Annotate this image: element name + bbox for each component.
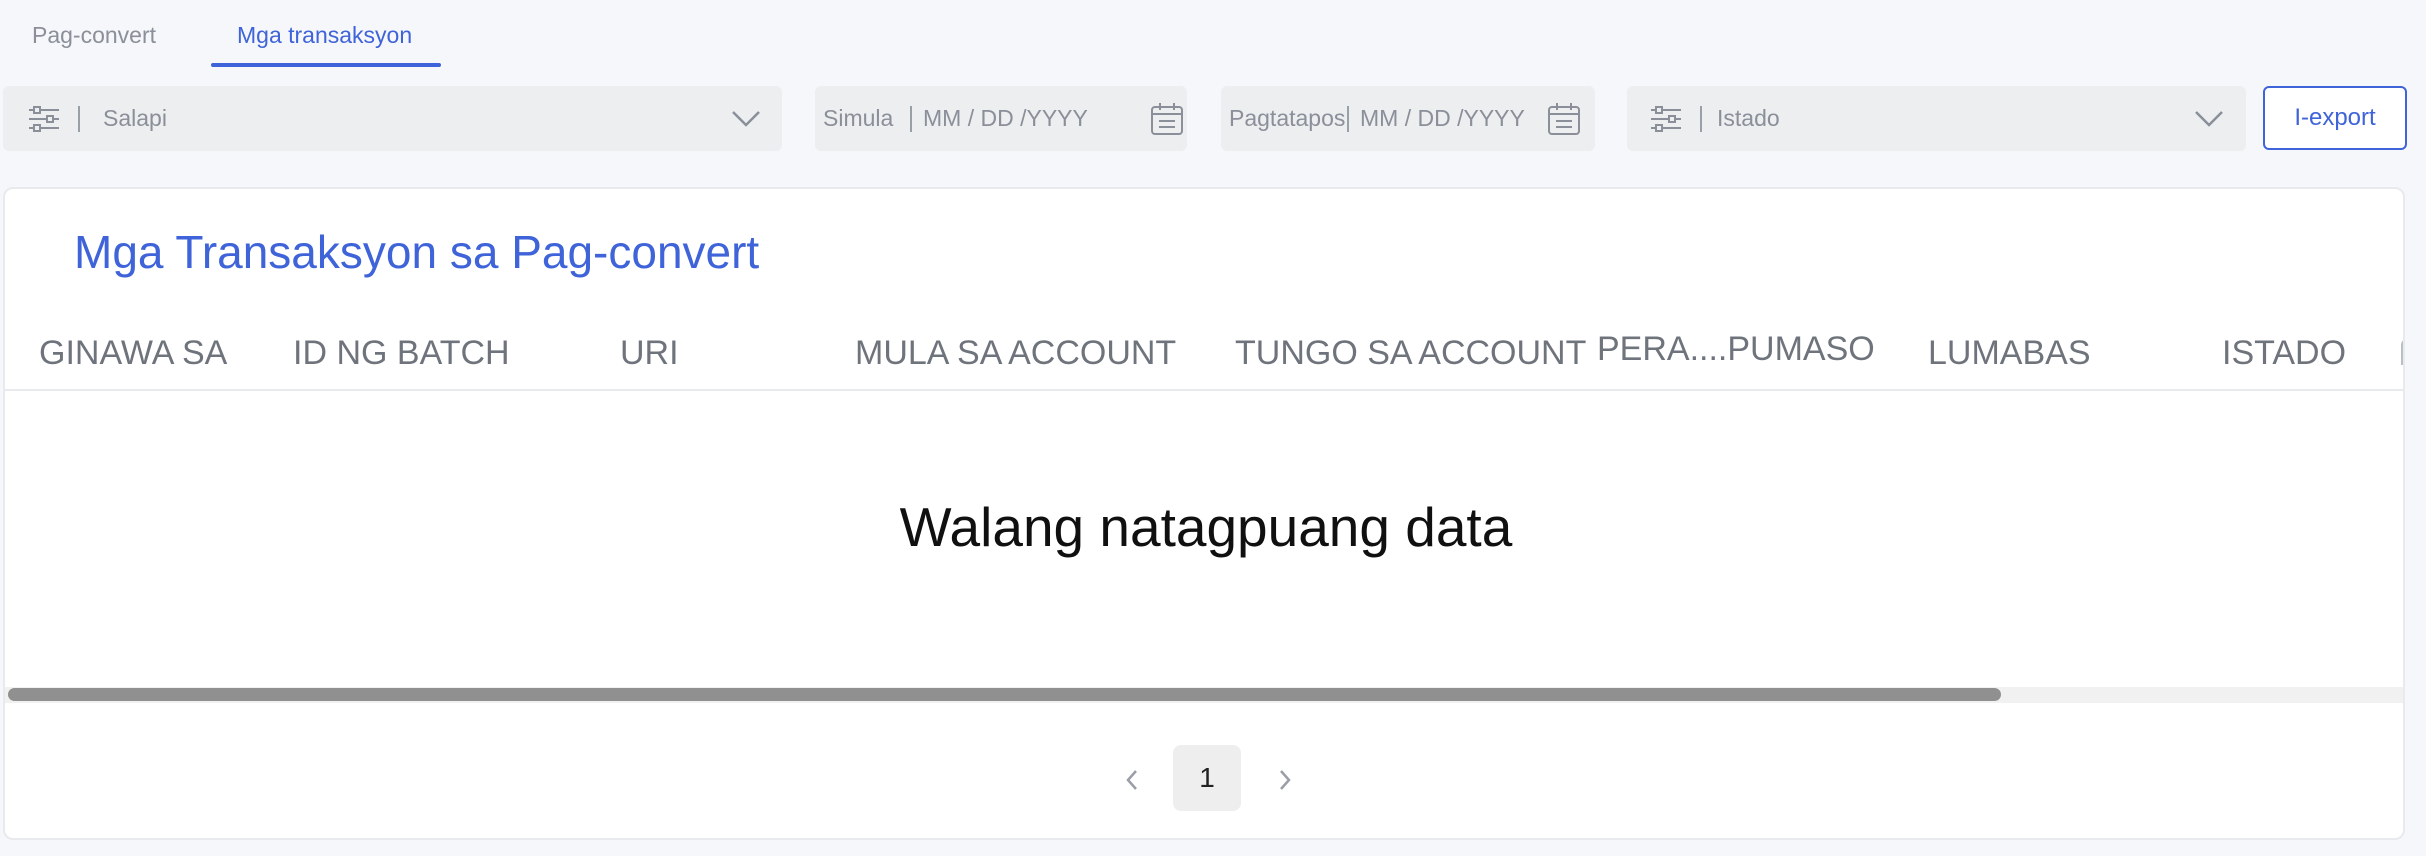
column-header: MULA SA ACCOUNT <box>855 334 1177 372</box>
export-button[interactable]: I-export <box>2263 86 2407 150</box>
divider <box>1700 106 1702 132</box>
active-tab-indicator <box>211 63 441 67</box>
start-date-field[interactable]: Simula MM / DD /YYYY <box>815 86 1187 151</box>
chevron-left-icon <box>1126 770 1137 790</box>
chevron-right-icon <box>1280 770 1291 790</box>
clipped-column-header <box>2401 339 2403 365</box>
status-placeholder: Istado <box>1717 105 1780 131</box>
divider <box>1347 106 1349 132</box>
end-date-label: Pagtatapos <box>1229 105 1346 131</box>
calendar-icon[interactable] <box>1547 86 1581 151</box>
end-date-field[interactable]: Pagtatapos MM / DD /YYYY <box>1221 86 1595 151</box>
column-header: ISTADO <box>2222 334 2347 372</box>
page-title: Mga Transaksyon sa Pag-convert <box>74 226 760 278</box>
table-header: GINAWA SA ID NG BATCH URI MULA SA ACCOUN… <box>5 317 2403 391</box>
end-date-placeholder: MM / DD /YYYY <box>1360 105 1525 131</box>
chevron-down-icon <box>2194 86 2224 151</box>
previous-page-button[interactable] <box>1112 760 1152 800</box>
next-page-button[interactable] <box>1265 760 1305 800</box>
column-header: URI <box>620 334 679 372</box>
column-header: TUNGO SA ACCOUNT <box>1235 334 1587 372</box>
column-header: LUMABAS <box>1928 334 2091 372</box>
tab-bar: Pag-convert Mga transaksyon <box>0 0 2426 68</box>
column-header: PERA....PUMASO <box>1597 330 1875 368</box>
tab-mga-transaksyon[interactable]: Mga transaksyon <box>237 22 412 49</box>
status-filter-select[interactable]: Istado <box>1627 86 2246 151</box>
empty-state-message: Walang natagpuang data <box>899 496 1513 558</box>
divider <box>910 106 912 132</box>
start-date-placeholder: MM / DD /YYYY <box>923 105 1088 131</box>
chevron-down-icon <box>731 86 761 151</box>
tab-pag-convert[interactable]: Pag-convert <box>32 22 156 49</box>
calendar-icon[interactable] <box>1150 86 1184 151</box>
column-header: ID NG BATCH <box>293 334 510 372</box>
transactions-card: Mga Transaksyon sa Pag-convert GINAWA SA… <box>3 187 2405 840</box>
divider <box>78 106 80 132</box>
sliders-icon <box>1649 86 1683 151</box>
sliders-icon <box>27 86 61 151</box>
currency-placeholder: Salapi <box>103 105 167 131</box>
column-header: GINAWA SA <box>39 334 228 372</box>
page-number-button[interactable]: 1 <box>1173 745 1241 811</box>
start-date-label: Simula <box>823 105 894 131</box>
horizontal-scrollbar-thumb[interactable] <box>8 688 2001 701</box>
currency-filter-select[interactable]: Salapi <box>3 86 782 151</box>
